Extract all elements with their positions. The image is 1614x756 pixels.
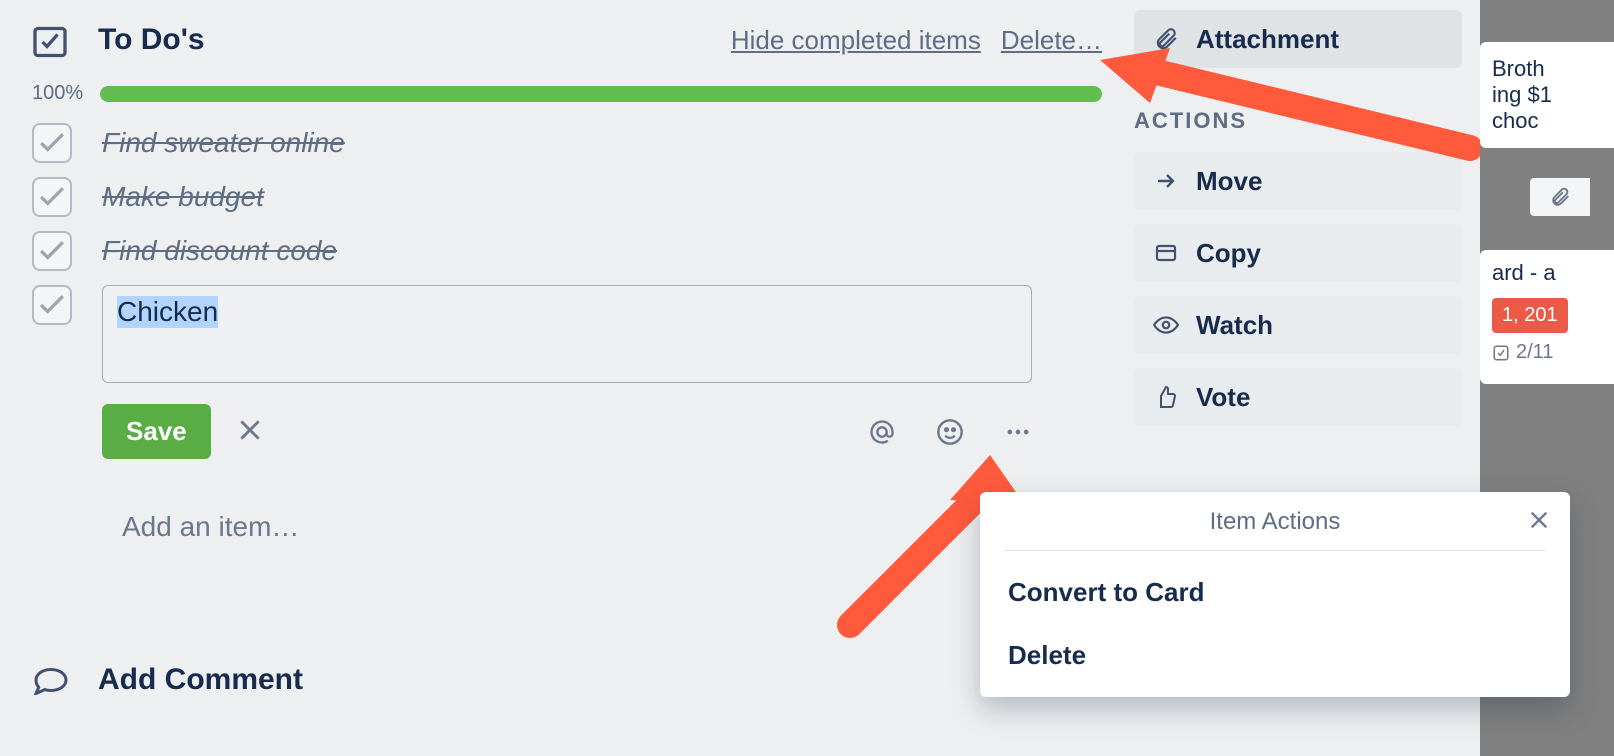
save-button[interactable]: Save [102, 404, 211, 459]
card-sidebar: Attachment ACTIONS Move Copy Watch Vote [1134, 10, 1462, 440]
mention-icon[interactable] [868, 418, 896, 446]
watch-button[interactable]: Watch [1134, 296, 1462, 354]
background-card-2[interactable]: ard - a 1, 201 2/11 [1480, 250, 1614, 384]
hide-completed-link[interactable]: Hide completed items [731, 25, 981, 56]
checklist-item-text[interactable]: Find discount code [102, 231, 337, 267]
actions-heading: ACTIONS [1134, 108, 1462, 134]
checklist-item[interactable]: Make budget [32, 177, 1102, 217]
checklist-checkbox[interactable] [32, 177, 72, 217]
item-actions-popover: Item Actions Convert to Card Delete [980, 492, 1570, 697]
background-card-2-title: ard - a [1492, 260, 1602, 286]
emoji-icon[interactable] [936, 418, 964, 446]
checklist-header: To Do's Hide completed items Delete… [32, 20, 1102, 60]
checklist-icon [32, 24, 68, 60]
checklist-item[interactable]: Find discount code [32, 231, 1102, 271]
background-card-1-line1: Broth [1492, 56, 1602, 82]
checklist-item-text[interactable]: Find sweater online [102, 123, 345, 159]
convert-to-card-item[interactable]: Convert to Card [980, 561, 1570, 624]
popover-title: Item Actions [1210, 508, 1341, 535]
checklist-checkbox[interactable] [32, 123, 72, 163]
copy-label: Copy [1196, 238, 1261, 269]
move-label: Move [1196, 166, 1262, 197]
paperclip-icon [1152, 25, 1180, 53]
more-options-icon[interactable] [1004, 418, 1032, 446]
card-icon [1152, 239, 1180, 267]
move-button[interactable]: Move [1134, 152, 1462, 210]
background-card-2-checklist-badge: 2/11 [1492, 341, 1602, 364]
delete-checklist-link[interactable]: Delete… [1001, 25, 1102, 56]
vote-button[interactable]: Vote [1134, 368, 1462, 426]
add-comment-title: Add Comment [98, 663, 303, 697]
card-detail-area: To Do's Hide completed items Delete… 100… [32, 20, 1102, 697]
copy-button[interactable]: Copy [1134, 224, 1462, 282]
progress-percent: 100% [32, 82, 100, 105]
checklist-checkbox[interactable] [32, 285, 72, 325]
arrow-right-icon [1152, 167, 1180, 195]
add-comment-section: Add Comment [32, 663, 1102, 697]
checklist-checkbox[interactable] [32, 231, 72, 271]
background-card-1[interactable]: Broth ing $1 choc [1480, 42, 1614, 148]
progress-fill [100, 86, 1102, 102]
comment-icon [32, 665, 70, 695]
background-card-1-line2: ing $1 [1492, 82, 1602, 108]
checklist-item-text[interactable]: Make budget [102, 177, 264, 213]
close-icon[interactable] [237, 415, 263, 449]
background-card-1-attachment-badge [1530, 178, 1590, 216]
checklist-item[interactable]: Find sweater online [32, 123, 1102, 163]
eye-icon [1152, 311, 1180, 339]
background-card-2-due-badge: 1, 201 [1492, 298, 1568, 333]
checklist-title[interactable]: To Do's [98, 23, 205, 57]
attachment-button[interactable]: Attachment [1134, 10, 1462, 68]
progress-track [100, 86, 1102, 102]
thumbs-up-icon [1152, 383, 1180, 411]
background-card-1-line3: choc [1492, 108, 1602, 134]
delete-item[interactable]: Delete [980, 624, 1570, 687]
watch-label: Watch [1196, 310, 1273, 341]
add-checklist-item[interactable]: Add an item… [122, 511, 1102, 543]
checklist-item-editing: Save [32, 285, 1102, 459]
checklist-item-edit-input[interactable] [102, 285, 1032, 383]
checklist-items: Find sweater online Make budget Find dis… [32, 123, 1102, 459]
attachment-label: Attachment [1196, 24, 1339, 55]
checklist-progress: 100% [32, 82, 1102, 105]
close-icon[interactable] [1528, 506, 1550, 538]
vote-label: Vote [1196, 382, 1250, 413]
